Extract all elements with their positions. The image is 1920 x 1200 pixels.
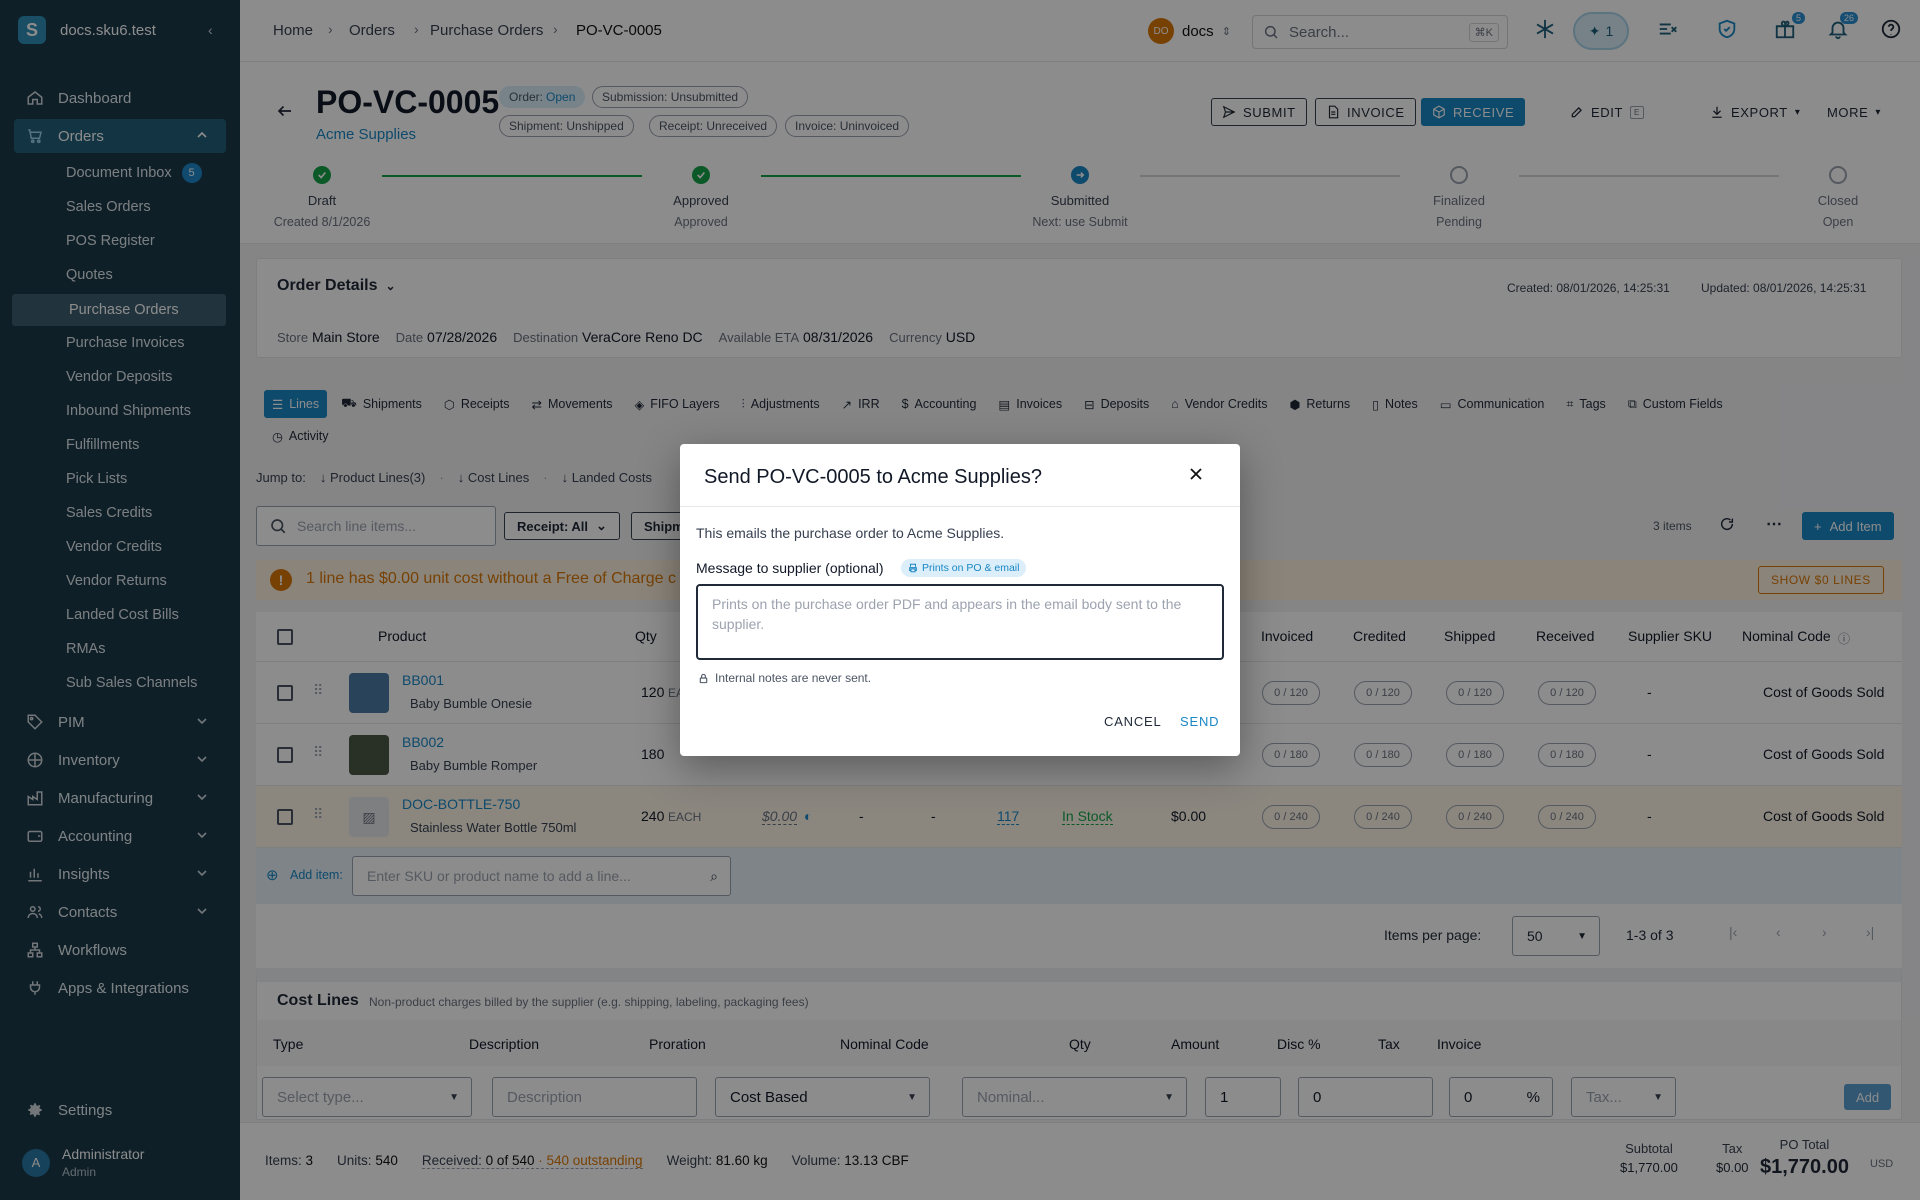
lock-icon xyxy=(698,673,709,684)
dialog-title: Send PO-VC-0005 to Acme Supplies? xyxy=(704,466,1042,488)
hint-text: Internal notes are never sent. xyxy=(715,671,872,685)
message-label: Message to supplier (optional) xyxy=(696,560,884,576)
dialog-divider xyxy=(680,506,1240,507)
internal-notes-hint: Internal notes are never sent. xyxy=(698,671,871,685)
cancel-button[interactable]: CANCEL xyxy=(1104,714,1162,729)
close-icon[interactable] xyxy=(1188,466,1204,482)
send-po-dialog: Send PO-VC-0005 to Acme Supplies? This e… xyxy=(680,444,1240,756)
supplier-message-textarea[interactable]: Prints on the purchase order PDF and app… xyxy=(696,584,1224,660)
textarea-placeholder: Prints on the purchase order PDF and app… xyxy=(712,596,1182,632)
badge-text: Prints on PO & email xyxy=(922,562,1020,574)
printer-icon xyxy=(908,563,918,573)
send-button[interactable]: SEND xyxy=(1180,714,1219,729)
prints-badge: Prints on PO & email xyxy=(901,559,1027,577)
dialog-description: This emails the purchase order to Acme S… xyxy=(696,525,1005,541)
